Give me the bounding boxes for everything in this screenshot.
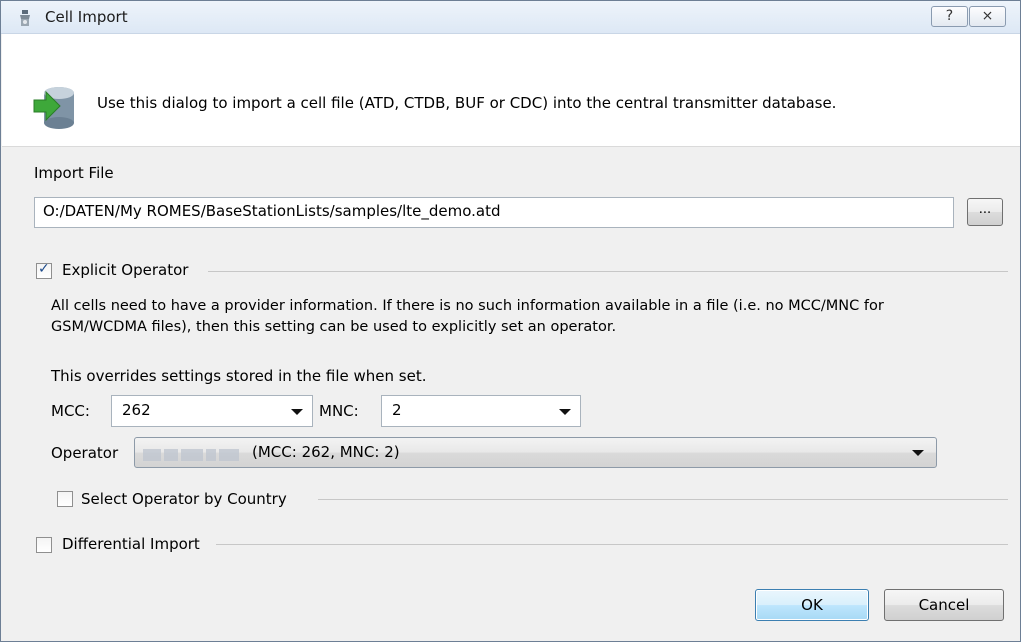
checkmark-icon: ✓ bbox=[38, 261, 50, 277]
redacted-operator-name bbox=[143, 447, 246, 461]
close-button[interactable]: ⨯ bbox=[969, 6, 1006, 27]
operator-value: (MCC: 262, MNC: 2) bbox=[252, 443, 400, 461]
explicit-operator-label: Explicit Operator bbox=[62, 261, 189, 279]
ok-button[interactable]: OK bbox=[755, 589, 869, 621]
import-file-input[interactable]: O:/DATEN/My ROMES/BaseStationLists/sampl… bbox=[34, 197, 954, 228]
info-banner bbox=[2, 34, 1020, 147]
differential-import-label: Differential Import bbox=[62, 535, 200, 553]
chevron-down-icon bbox=[559, 409, 571, 415]
title-bar[interactable]: Cell Import ? ⨯ bbox=[1, 1, 1020, 34]
cancel-label: Cancel bbox=[918, 596, 970, 614]
divider bbox=[208, 271, 1008, 272]
banner-text: Use this dialog to import a cell file (A… bbox=[97, 94, 837, 112]
chevron-down-icon bbox=[912, 450, 924, 456]
mnc-select[interactable]: 2 bbox=[381, 395, 581, 427]
browse-button[interactable]: ... bbox=[967, 198, 1003, 226]
database-import-icon bbox=[33, 87, 74, 129]
ok-label: OK bbox=[801, 596, 823, 614]
mcc-label: MCC: bbox=[51, 402, 90, 420]
window-title: Cell Import bbox=[45, 8, 128, 26]
cancel-button[interactable]: Cancel bbox=[884, 589, 1004, 621]
operator-select[interactable]: (MCC: 262, MNC: 2) bbox=[134, 437, 937, 468]
mnc-label: MNC: bbox=[319, 402, 359, 420]
import-file-label: Import File bbox=[34, 164, 114, 182]
close-icon: ⨯ bbox=[981, 8, 994, 24]
help-icon: ? bbox=[945, 8, 954, 24]
chevron-down-icon bbox=[291, 409, 303, 415]
help-button[interactable]: ? bbox=[931, 6, 968, 27]
mnc-value: 2 bbox=[392, 401, 402, 419]
explicit-operator-description-2: GSM/WCDMA files), then this setting can … bbox=[51, 319, 617, 335]
explicit-operator-checkbox[interactable]: ✓ bbox=[36, 261, 52, 279]
browse-label: ... bbox=[978, 202, 992, 217]
cell-import-dialog: Cell Import ? ⨯ Use this dialog to impor… bbox=[0, 0, 1021, 642]
mcc-select[interactable]: 262 bbox=[111, 395, 313, 427]
explicit-operator-description: All cells need to have a provider inform… bbox=[51, 298, 884, 314]
mcc-value: 262 bbox=[122, 401, 151, 419]
select-by-country-label: Select Operator by Country bbox=[81, 490, 287, 508]
import-file-path: O:/DATEN/My ROMES/BaseStationLists/sampl… bbox=[43, 202, 501, 220]
overrides-note: This overrides settings stored in the fi… bbox=[51, 367, 427, 385]
divider bbox=[318, 499, 1008, 500]
divider bbox=[216, 544, 1008, 545]
select-by-country-checkbox[interactable] bbox=[57, 491, 73, 507]
differential-import-checkbox[interactable] bbox=[36, 537, 52, 553]
app-icon bbox=[20, 10, 30, 26]
operator-label: Operator bbox=[51, 444, 119, 462]
